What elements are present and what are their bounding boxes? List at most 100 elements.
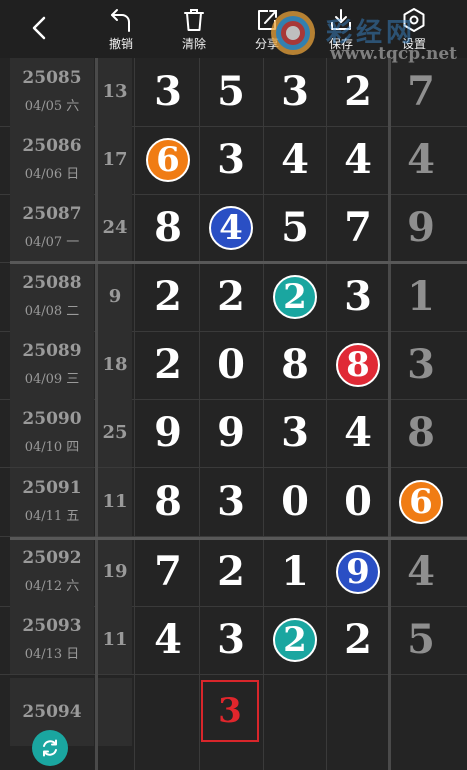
digit-cell[interactable]: 8 [137, 194, 199, 262]
digit-cell[interactable]: 4 [137, 606, 199, 674]
digit-cell[interactable]: 2 [200, 538, 262, 606]
digit-cell[interactable]: 2 [327, 606, 389, 674]
period-number: 25092 [22, 548, 82, 568]
period-number: 25093 [22, 616, 82, 636]
sum-value: 11 [98, 606, 132, 674]
digit-cell[interactable]: 3 [390, 331, 452, 399]
digit-cell[interactable]: 8 [137, 468, 199, 536]
digit-cell[interactable]: 4 [264, 126, 326, 194]
digit-cell[interactable]: 0 [264, 468, 326, 536]
digit-cell[interactable]: 3 [200, 606, 262, 674]
digit-cell[interactable]: 4 [200, 194, 262, 262]
digit-cell[interactable]: 4 [390, 538, 452, 606]
red-ball: 8 [336, 343, 380, 387]
digit-cell[interactable]: 2 [137, 263, 199, 331]
digit-cell[interactable]: 7 [137, 538, 199, 606]
digit-cell[interactable]: 5 [200, 58, 262, 126]
period-cell: 25087 04/07 一 [10, 194, 94, 262]
undo-button[interactable]: 撤销 [91, 4, 151, 56]
period-cell: 25090 04/10 四 [10, 399, 94, 467]
blue-ball: 4 [209, 206, 253, 250]
sum-value: 19 [98, 538, 132, 606]
digit-cell[interactable]: 8 [264, 331, 326, 399]
digit-cell[interactable]: 0 [327, 468, 389, 536]
sum-value: 25 [98, 399, 132, 467]
digit-cell[interactable]: 4 [390, 126, 452, 194]
refresh-button[interactable] [32, 730, 68, 766]
digit-cell[interactable]: 2 [264, 606, 326, 674]
digit-cell[interactable]: 9 [327, 538, 389, 606]
draw-row: 25085 04/05 六 13 3 5 3 2 7 [0, 58, 467, 127]
draw-row: 25087 04/07 一 24 8 4 5 7 9 [0, 194, 467, 263]
period-date: 04/06 日 [24, 167, 80, 182]
period-number: 25086 [22, 136, 82, 156]
period-number: 25085 [22, 68, 82, 88]
digit-cell[interactable]: 3 [200, 468, 262, 536]
period-number: 25094 [22, 702, 82, 722]
period-date: 04/11 五 [24, 509, 80, 524]
period-cell: 25086 04/06 日 [10, 126, 94, 194]
digit-cell[interactable]: 9 [137, 399, 199, 467]
digit-cell[interactable]: 8 [327, 331, 389, 399]
watermark-logo-icon [271, 11, 315, 55]
period-date: 04/08 二 [24, 304, 80, 319]
digit-cell[interactable]: 2 [137, 331, 199, 399]
column-divider [134, 58, 135, 770]
digit-cell[interactable]: 1 [390, 263, 452, 331]
digit-cell[interactable]: 2 [200, 263, 262, 331]
period-date: 04/10 四 [24, 440, 80, 455]
digit-cell[interactable]: 6 [137, 126, 199, 194]
teal-ball: 2 [273, 275, 317, 319]
digit-cell[interactable]: 5 [390, 606, 452, 674]
digit-cell[interactable]: 0 [200, 331, 262, 399]
digit-cell[interactable]: 3 [200, 126, 262, 194]
period-date: 04/13 日 [24, 647, 80, 662]
period-cell: 25093 04/13 日 [10, 606, 94, 674]
digit-cell[interactable]: 7 [390, 58, 452, 126]
digit-cell[interactable]: 3 [264, 58, 326, 126]
period-date: 04/07 一 [24, 235, 80, 250]
period-number: 25089 [22, 341, 82, 361]
sum-value: 11 [98, 468, 132, 536]
digit-cell[interactable]: 7 [327, 194, 389, 262]
digit-cell[interactable]: 3 [327, 263, 389, 331]
digit-cell[interactable]: 3 [264, 399, 326, 467]
period-date: 04/09 三 [24, 372, 80, 387]
digit-cell[interactable]: 9 [200, 399, 262, 467]
period-cell: 25091 04/11 五 [10, 468, 94, 536]
digit-cell[interactable]: 8 [390, 399, 452, 467]
current-pick-cell[interactable]: 3 [201, 680, 259, 742]
refresh-icon [43, 739, 57, 757]
trash-icon [184, 9, 204, 31]
digit-cell[interactable]: 4 [327, 126, 389, 194]
period-number: 25091 [22, 478, 82, 498]
digit-cell[interactable]: 5 [264, 194, 326, 262]
digit-cell[interactable]: 9 [390, 194, 452, 262]
digit-cell[interactable]: 2 [327, 58, 389, 126]
period-cell: 25088 04/08 二 [10, 263, 94, 331]
draw-row: 25093 04/13 日 11 4 3 2 2 5 [0, 606, 467, 675]
sum-value: 18 [98, 331, 132, 399]
digit-cell[interactable]: 1 [264, 538, 326, 606]
column-divider [326, 58, 327, 770]
draw-row: 25089 04/09 三 18 2 0 8 8 3 [0, 331, 467, 400]
sum-value [98, 678, 132, 746]
period-number: 25090 [22, 409, 82, 429]
digit-cell[interactable]: 3 [137, 58, 199, 126]
digit-cell[interactable]: 4 [327, 399, 389, 467]
blue-ball: 9 [336, 550, 380, 594]
period-cell: 25085 04/05 六 [10, 58, 94, 126]
back-button[interactable] [24, 12, 56, 44]
digit-cell[interactable]: 6 [390, 468, 452, 536]
clear-button[interactable]: 清除 [164, 4, 224, 56]
sum-value: 24 [98, 194, 132, 262]
draw-row: 25092 04/12 六 19 7 2 1 9 4 [0, 538, 467, 607]
digit-cell[interactable]: 2 [264, 263, 326, 331]
orange-ball: 6 [399, 480, 443, 524]
back-arrow-icon [32, 16, 46, 40]
sum-value: 13 [98, 58, 132, 126]
column-divider [263, 58, 264, 770]
teal-ball: 2 [273, 618, 317, 662]
sum-value: 9 [98, 263, 132, 331]
clear-label: 清除 [181, 37, 206, 51]
